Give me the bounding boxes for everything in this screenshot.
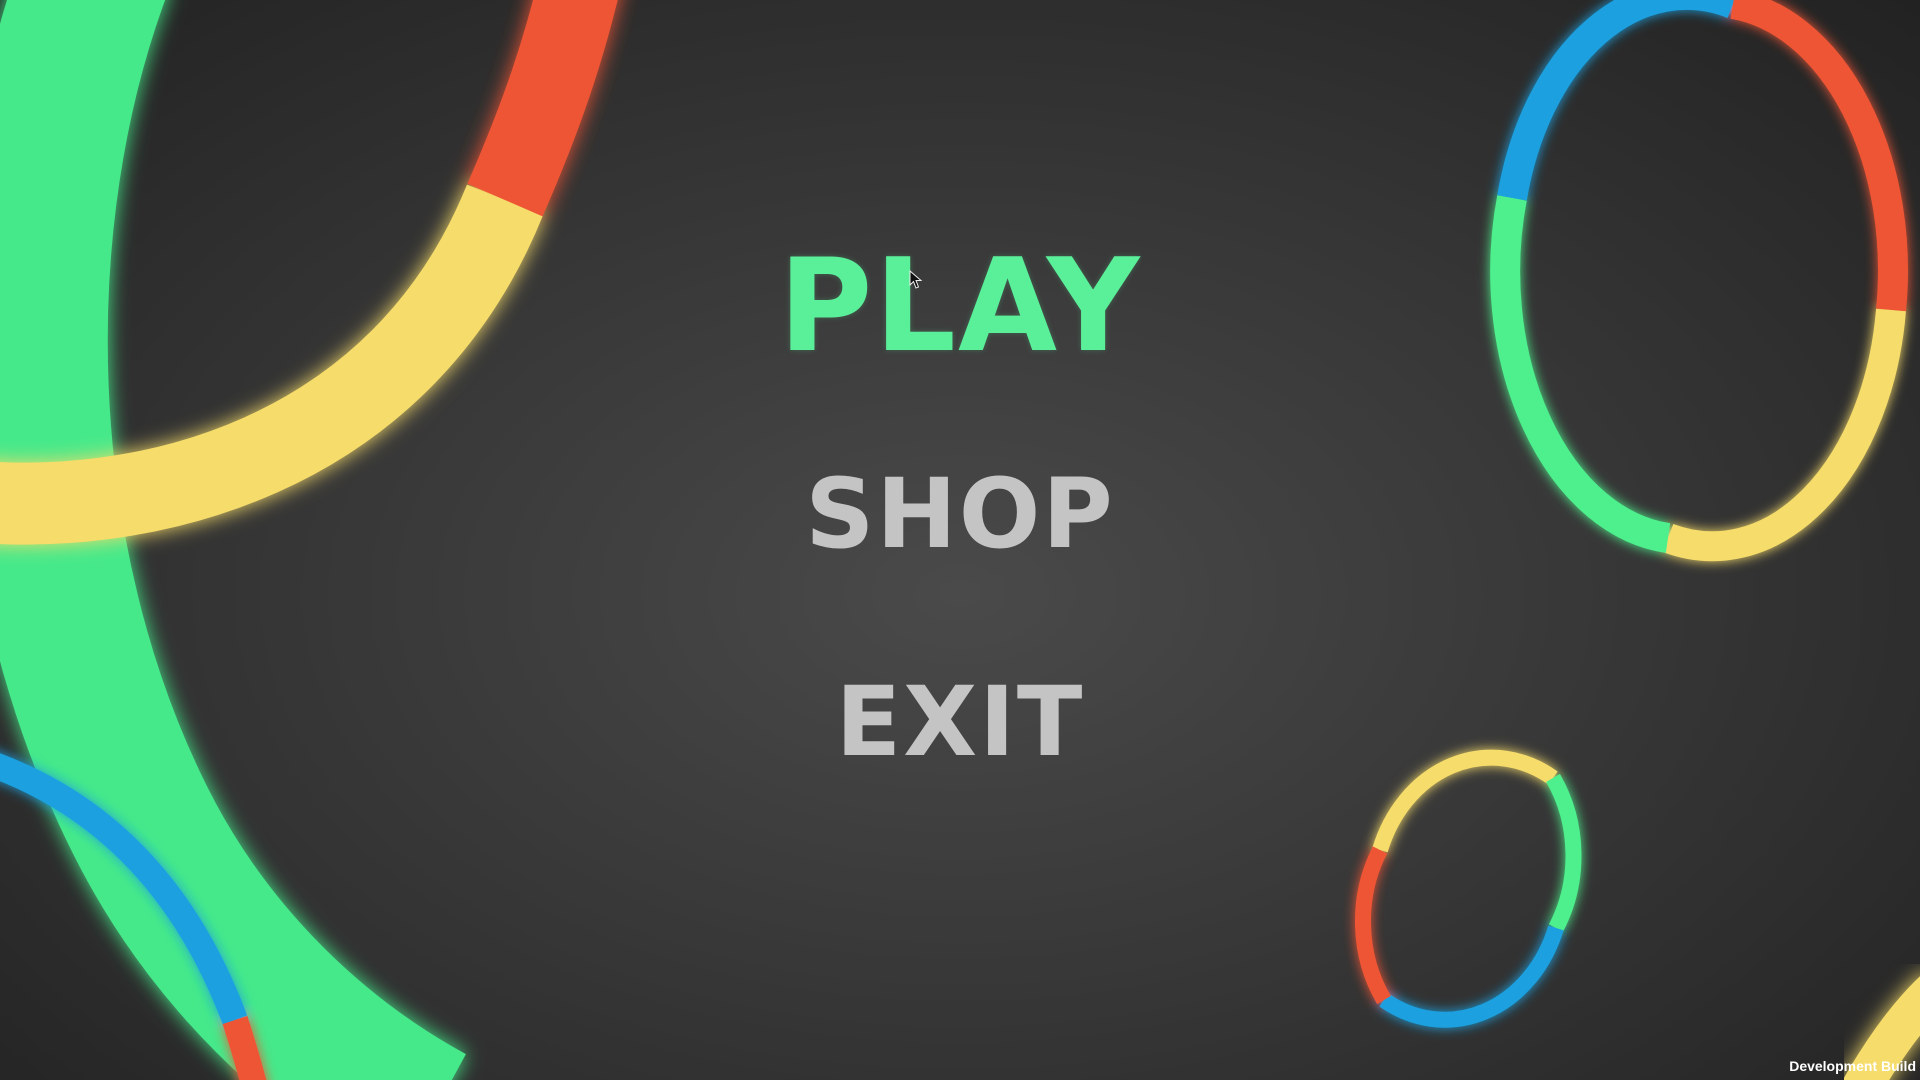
mouse-pointer-icon	[909, 270, 923, 289]
development-build-label: Development Build	[1789, 1058, 1916, 1074]
game-main-menu: PLAY SHOP EXIT Development Build	[0, 0, 1920, 1080]
play-button[interactable]: PLAY	[0, 232, 1920, 382]
bottom-right-ring	[1354, 749, 1582, 1028]
exit-button[interactable]: EXIT	[0, 664, 1920, 780]
shop-button[interactable]: SHOP	[0, 456, 1920, 572]
